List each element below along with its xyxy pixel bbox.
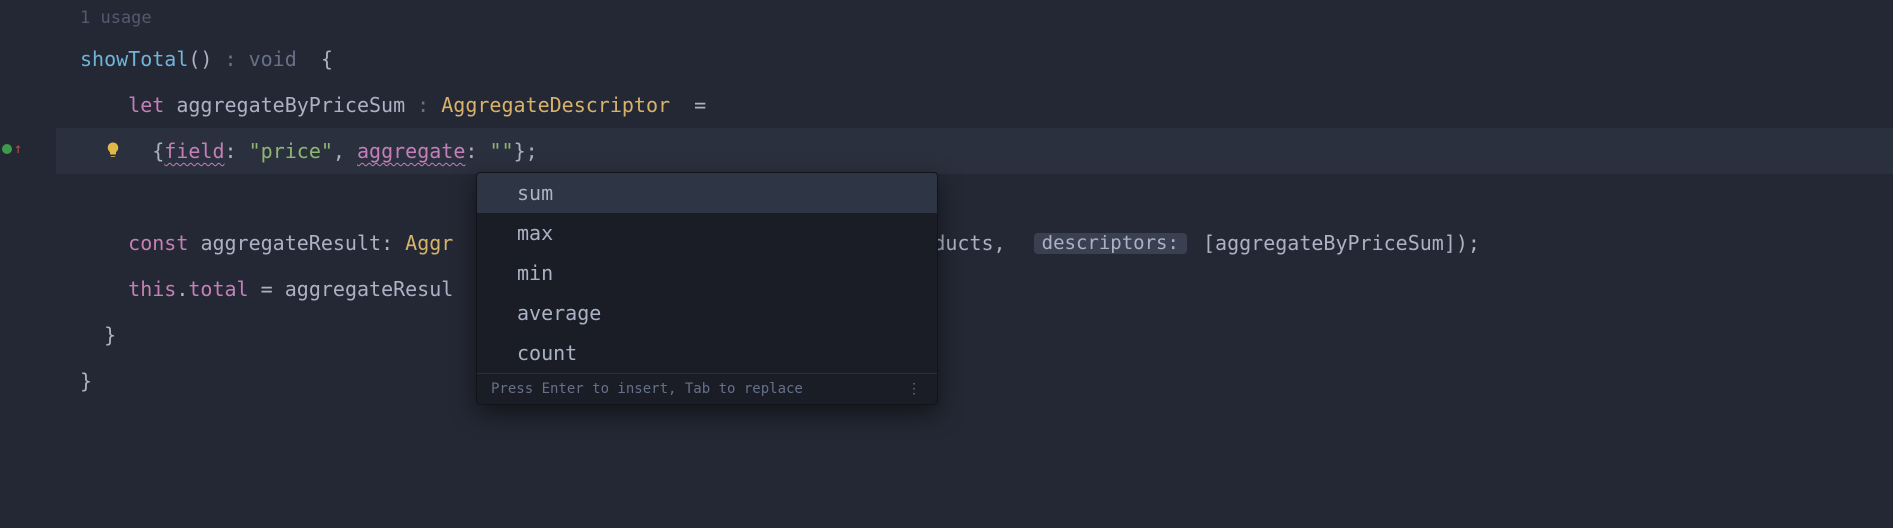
- code-text: ,: [333, 141, 357, 161]
- code-text: };: [514, 141, 538, 161]
- property-key: aggregate: [357, 141, 465, 161]
- keyword: const: [128, 233, 188, 253]
- property: total: [188, 279, 248, 299]
- completion-item[interactable]: average: [477, 293, 937, 333]
- code-area[interactable]: 1 usage showTotal() : void { let aggrega…: [56, 0, 1893, 528]
- space: [188, 233, 200, 253]
- type-annotation: AggregateDescriptor: [441, 95, 670, 115]
- code-line[interactable]: }: [56, 312, 1893, 358]
- completion-item[interactable]: sum: [477, 173, 937, 213]
- completion-item[interactable]: count: [477, 333, 937, 373]
- indent: [80, 233, 128, 253]
- completion-popup[interactable]: summaxminaveragecount Press Enter to ins…: [476, 172, 938, 405]
- completion-footer-text: Press Enter to insert, Tab to replace: [491, 382, 803, 396]
- code-text: =: [249, 279, 285, 299]
- function-name: showTotal: [80, 49, 188, 69]
- code-text: }: [80, 371, 92, 391]
- indent: [80, 325, 104, 345]
- gutter: ↑: [0, 0, 56, 528]
- space: [164, 95, 176, 115]
- code-text: :: [212, 49, 248, 69]
- code-text: :: [465, 141, 489, 161]
- completion-list: summaxminaveragecount: [477, 173, 937, 373]
- intention-bulb[interactable]: [8, 121, 122, 182]
- string-literal: "": [489, 141, 513, 161]
- code-text: :: [381, 233, 405, 253]
- usage-hint[interactable]: 1 usage: [56, 0, 1893, 36]
- completion-item[interactable]: min: [477, 253, 937, 293]
- identifier: aggregateResult: [200, 233, 381, 253]
- string-literal: "price": [249, 141, 333, 161]
- keyword: let: [128, 95, 164, 115]
- code-text: (): [188, 49, 212, 69]
- parameter-hint: descriptors:: [1034, 233, 1187, 254]
- code-editor: ↑ 1 usage showTotal() : void { let aggre…: [0, 0, 1893, 528]
- code-text: {: [297, 49, 333, 69]
- type-annotation: Aggr: [405, 233, 453, 253]
- code-text: ducts: [933, 233, 993, 253]
- return-type: void: [249, 49, 297, 69]
- indent: [80, 279, 128, 299]
- indent: [80, 95, 128, 115]
- completion-footer: Press Enter to insert, Tab to replace ⋮: [477, 373, 937, 404]
- more-icon[interactable]: ⋮: [907, 382, 923, 396]
- code-line[interactable]: }: [56, 358, 1893, 404]
- code-text: {: [152, 141, 164, 161]
- code-line[interactable]: showTotal() : void {: [56, 36, 1893, 82]
- code-text: [aggregateByPriceSum]);: [1191, 233, 1480, 253]
- lightbulb-icon: [104, 141, 122, 159]
- identifier: aggregateByPriceSum: [176, 95, 405, 115]
- usage-hint-text: 1 usage: [80, 10, 152, 27]
- code-text: =: [670, 95, 706, 115]
- code-line-current[interactable]: {field: "price", aggregate: ""};: [56, 128, 1893, 174]
- code-text: }: [104, 325, 116, 345]
- code-line[interactable]: this.total = aggregateResul: [56, 266, 1893, 312]
- code-text: :: [405, 95, 441, 115]
- code-line[interactable]: let aggregateByPriceSum : AggregateDescr…: [56, 82, 1893, 128]
- code-text: :: [225, 141, 249, 161]
- identifier: aggregateResul: [285, 279, 454, 299]
- code-line[interactable]: [56, 174, 1893, 220]
- code-line[interactable]: const aggregateResult: Aggr ducts, descr…: [56, 220, 1893, 266]
- code-text: .: [176, 279, 188, 299]
- keyword: this: [128, 279, 176, 299]
- code-text: ,: [994, 233, 1030, 253]
- property-key: field: [164, 141, 224, 161]
- completion-item[interactable]: max: [477, 213, 937, 253]
